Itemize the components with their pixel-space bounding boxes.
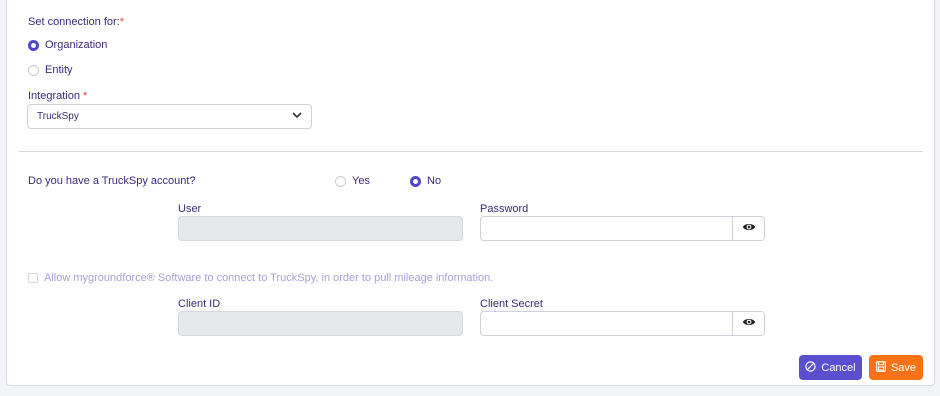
cancel-button[interactable]: Cancel bbox=[799, 355, 862, 380]
password-input[interactable] bbox=[480, 216, 733, 241]
cancel-button-label: Cancel bbox=[821, 361, 856, 374]
radio-entity[interactable]: Entity bbox=[28, 64, 73, 76]
integration-form-card: Set connection for:* Organization Entity… bbox=[6, 0, 935, 386]
save-button-label: Save bbox=[890, 361, 917, 374]
save-button[interactable]: Save bbox=[869, 355, 923, 380]
cancel-circle-icon bbox=[805, 360, 817, 375]
radio-entity-label: Entity bbox=[45, 64, 73, 76]
section-divider bbox=[19, 151, 923, 152]
connection-label: Set connection for:* bbox=[28, 16, 124, 28]
chevron-down-icon bbox=[292, 111, 302, 122]
integration-select[interactable]: TruckSpy bbox=[27, 104, 312, 129]
user-input[interactable] bbox=[178, 216, 463, 241]
radio-organization-label: Organization bbox=[45, 39, 108, 51]
radio-yes-label: Yes bbox=[352, 175, 370, 187]
consent-label: Allow mygroundforce® Software to connect… bbox=[44, 272, 494, 284]
integration-label: Integration * bbox=[28, 90, 87, 102]
radio-no-label: No bbox=[427, 175, 442, 187]
client-secret-visibility-toggle[interactable] bbox=[733, 311, 765, 336]
radio-yes-indicator[interactable] bbox=[335, 175, 346, 187]
required-mark: * bbox=[83, 90, 88, 102]
client-id-label: Client ID bbox=[178, 298, 221, 310]
radio-yes[interactable]: Yes bbox=[335, 175, 370, 187]
consent-checkbox[interactable] bbox=[28, 273, 38, 283]
radio-no[interactable]: No bbox=[410, 175, 441, 187]
radio-organization-indicator[interactable] bbox=[28, 39, 39, 51]
password-visibility-toggle[interactable] bbox=[733, 216, 765, 241]
save-icon bbox=[876, 360, 886, 375]
integration-select-value: TruckSpy bbox=[37, 111, 79, 122]
client-secret-label: Client Secret bbox=[480, 298, 543, 310]
radio-no-indicator[interactable] bbox=[410, 175, 421, 187]
eye-icon bbox=[742, 222, 756, 235]
account-question-label: Do you have a TruckSpy account? bbox=[28, 175, 196, 187]
connection-label-text: Set connection for: bbox=[28, 16, 120, 28]
consent-checkbox-row[interactable]: Allow mygroundforce® Software to connect… bbox=[28, 272, 493, 284]
user-label: User bbox=[178, 203, 202, 215]
eye-icon bbox=[742, 317, 756, 330]
integration-label-text: Integration bbox=[28, 90, 80, 102]
client-id-input[interactable] bbox=[178, 311, 463, 336]
client-secret-input[interactable] bbox=[480, 311, 733, 336]
radio-entity-indicator[interactable] bbox=[28, 64, 39, 76]
radio-organization[interactable]: Organization bbox=[28, 39, 107, 51]
required-mark: * bbox=[119, 16, 125, 28]
password-label: Password bbox=[480, 203, 529, 215]
